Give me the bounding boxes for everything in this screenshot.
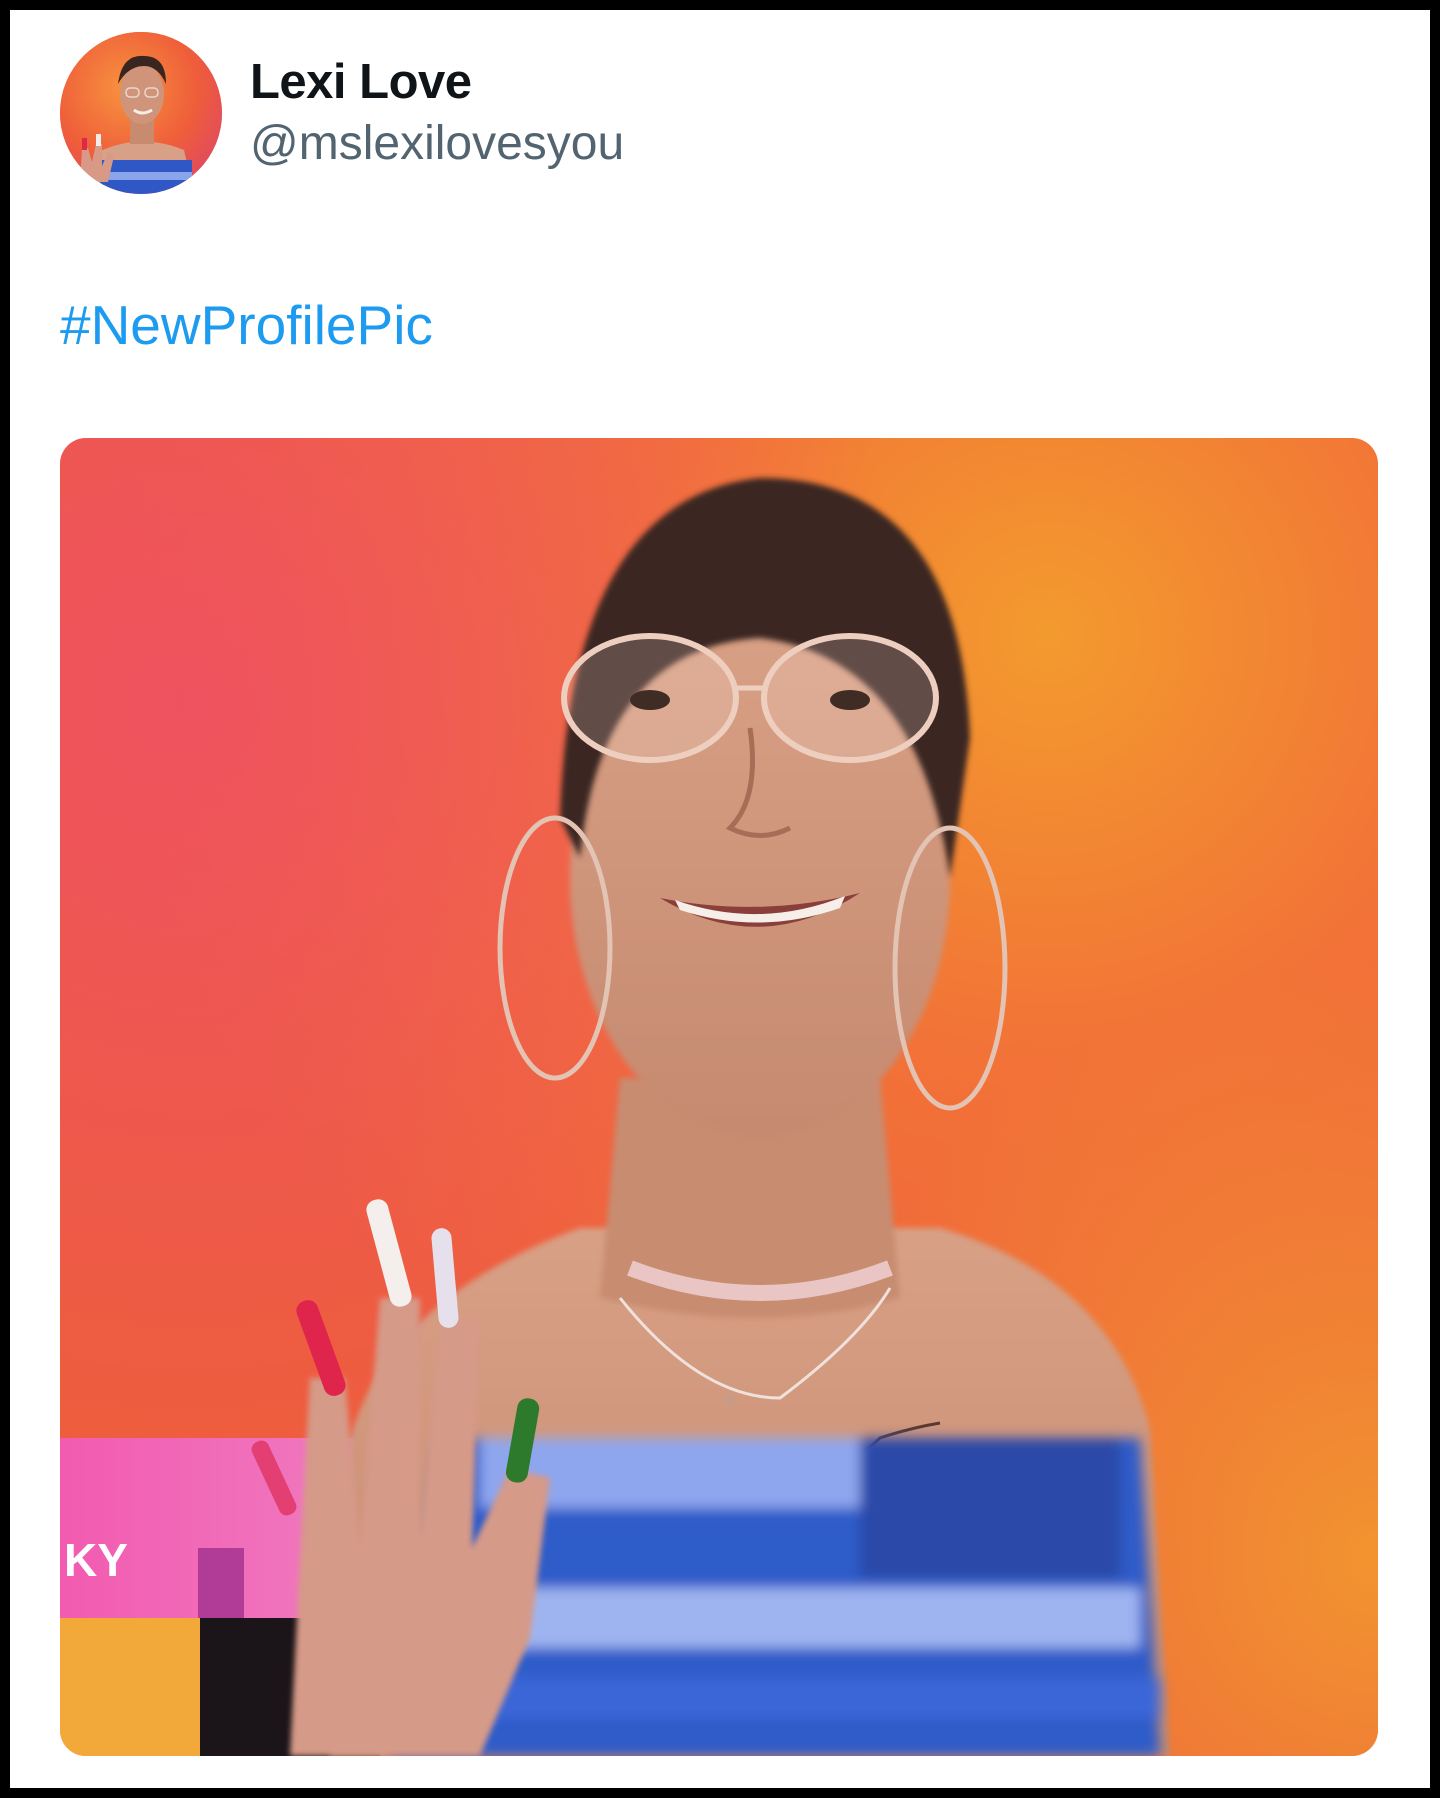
tweet-media-photo[interactable]: KY xyxy=(60,438,1378,1756)
author-names: Lexi Love @mslexilovesyou xyxy=(250,51,624,175)
tweet-card: Lexi Love @mslexilovesyou #NewProfilePic xyxy=(10,10,1430,1788)
hashtag-link[interactable]: #NewProfilePic xyxy=(60,294,433,356)
tweet-header: Lexi Love @mslexilovesyou xyxy=(60,32,624,194)
avatar[interactable] xyxy=(60,32,222,194)
photo-icon: KY xyxy=(60,438,1378,1756)
profile-photo-icon xyxy=(60,32,222,194)
display-name[interactable]: Lexi Love xyxy=(250,51,624,113)
user-handle[interactable]: @mslexilovesyou xyxy=(250,113,624,175)
tweet-text: #NewProfilePic xyxy=(60,292,433,358)
svg-text:KY: KY xyxy=(64,1534,128,1586)
